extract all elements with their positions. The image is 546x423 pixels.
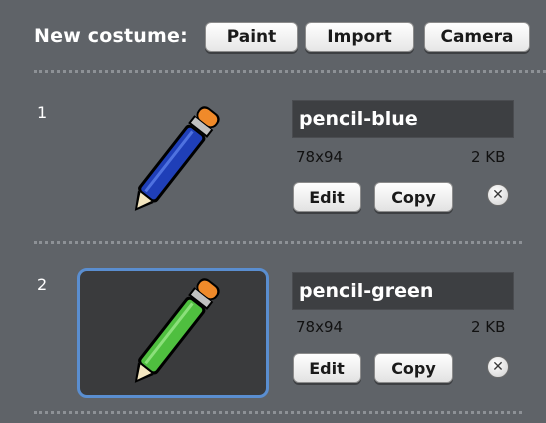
costume-name-field[interactable]: pencil-blue: [292, 100, 514, 138]
costume-name-field[interactable]: pencil-green: [292, 272, 514, 310]
copy-button[interactable]: Copy: [374, 353, 453, 383]
divider: [34, 241, 522, 244]
costume-dimensions: 78x94: [296, 148, 344, 166]
pencil-blue-image: [134, 106, 220, 211]
copy-button[interactable]: Copy: [374, 182, 453, 212]
costume-thumbnail-selected[interactable]: [77, 268, 269, 398]
close-icon[interactable]: ✕: [487, 356, 509, 378]
camera-button[interactable]: Camera: [424, 22, 530, 52]
costume-number: 2: [37, 275, 48, 294]
divider: [34, 70, 546, 73]
costume-size: 2 KB: [471, 148, 506, 166]
new-costume-header: New costume: Paint Import Camera: [0, 0, 546, 70]
pencil-body: [141, 127, 203, 200]
edit-button[interactable]: Edit: [293, 182, 361, 212]
costume-number: 1: [37, 103, 48, 122]
costume-dimensions: 78x94: [296, 318, 344, 336]
costume-size: 2 KB: [471, 318, 506, 336]
pencil-green-image: [134, 278, 220, 383]
pencil-body: [141, 299, 203, 372]
import-button[interactable]: Import: [305, 22, 414, 52]
edit-button[interactable]: Edit: [293, 353, 361, 383]
close-icon[interactable]: ✕: [487, 184, 509, 206]
paint-button[interactable]: Paint: [205, 22, 298, 52]
new-costume-label: New costume:: [34, 25, 188, 47]
costume-thumbnail[interactable]: [77, 96, 269, 226]
divider: [34, 411, 522, 414]
